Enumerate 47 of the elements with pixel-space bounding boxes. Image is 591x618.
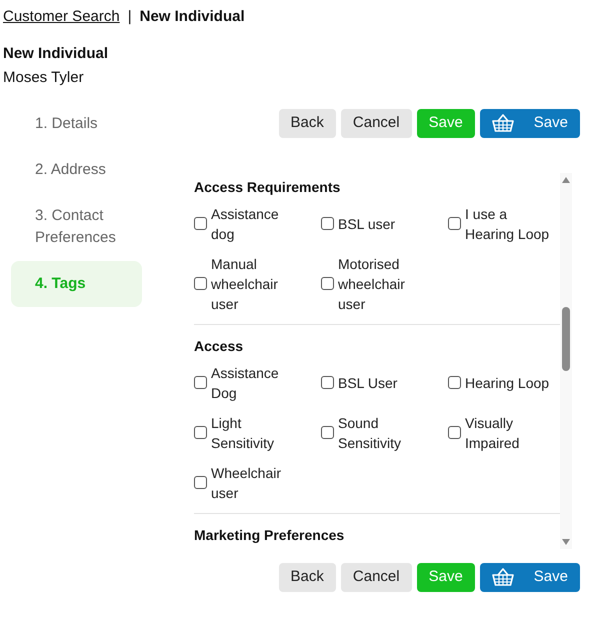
checkbox-label: Motorised wheelchair user xyxy=(338,254,406,314)
checkbox[interactable] xyxy=(448,376,461,389)
step-tab[interactable]: 2. Address xyxy=(11,146,142,192)
checkbox[interactable] xyxy=(194,376,207,389)
section-heading: Access Requirements xyxy=(194,178,342,197)
scroll-down-icon[interactable] xyxy=(562,538,570,544)
checkbox-label: BSL user xyxy=(338,214,396,234)
button[interactable]: Back xyxy=(278,562,336,592)
section-heading: Access xyxy=(194,336,244,356)
checkbox[interactable] xyxy=(194,277,207,290)
button[interactable]: Back xyxy=(278,108,336,138)
checkbox-label: Visually Impaired xyxy=(465,414,520,452)
checkbox-label: Manual wheelchair user xyxy=(211,254,279,314)
checkbox-label: Sound Sensitivity xyxy=(338,414,402,452)
checkbox-label: BSL User xyxy=(338,374,398,392)
checkbox[interactable] xyxy=(321,426,334,439)
checkbox[interactable] xyxy=(194,476,207,489)
checkbox[interactable] xyxy=(321,277,334,290)
checkbox[interactable] xyxy=(321,376,334,389)
checkbox[interactable] xyxy=(194,426,207,439)
breadcrumb-separator: | xyxy=(128,7,132,27)
checkbox-label: Wheelchair user xyxy=(211,464,282,502)
scrollbar-thumb[interactable] xyxy=(562,306,570,370)
button[interactable]: Cancel xyxy=(340,108,412,138)
checkbox[interactable] xyxy=(194,217,207,230)
basket-save-button[interactable]: Save xyxy=(480,108,580,138)
checkbox-label: Hearing Loop xyxy=(465,374,550,392)
button[interactable]: Cancel xyxy=(340,562,412,592)
checkbox[interactable] xyxy=(448,217,461,230)
page-title: New Individual xyxy=(2,44,110,64)
checkbox-label: Light Sensitivity xyxy=(211,414,276,452)
scrollbar[interactable] xyxy=(560,172,572,548)
basket-icon xyxy=(492,568,514,586)
breadcrumb-current: New Individual xyxy=(140,7,245,27)
checkbox[interactable] xyxy=(448,426,461,439)
step-tab[interactable]: 3. Contact Preferences xyxy=(11,192,142,260)
scroll-up-icon[interactable] xyxy=(562,176,570,182)
basket-icon xyxy=(492,114,514,132)
basket-save-button[interactable]: Save xyxy=(480,562,580,592)
breadcrumb-link[interactable]: Customer Search xyxy=(3,6,120,28)
checkbox-label: Assistance dog xyxy=(211,204,280,244)
step-tab[interactable]: 1. Details xyxy=(11,100,142,146)
section-heading: Marketing Preferences xyxy=(194,526,346,545)
checkbox[interactable] xyxy=(321,217,334,230)
customer-name: Moses Tyler xyxy=(2,68,85,88)
checkbox-label: I use a Hearing Loop xyxy=(465,204,550,244)
checkbox-label: Assistance Dog xyxy=(211,364,280,402)
